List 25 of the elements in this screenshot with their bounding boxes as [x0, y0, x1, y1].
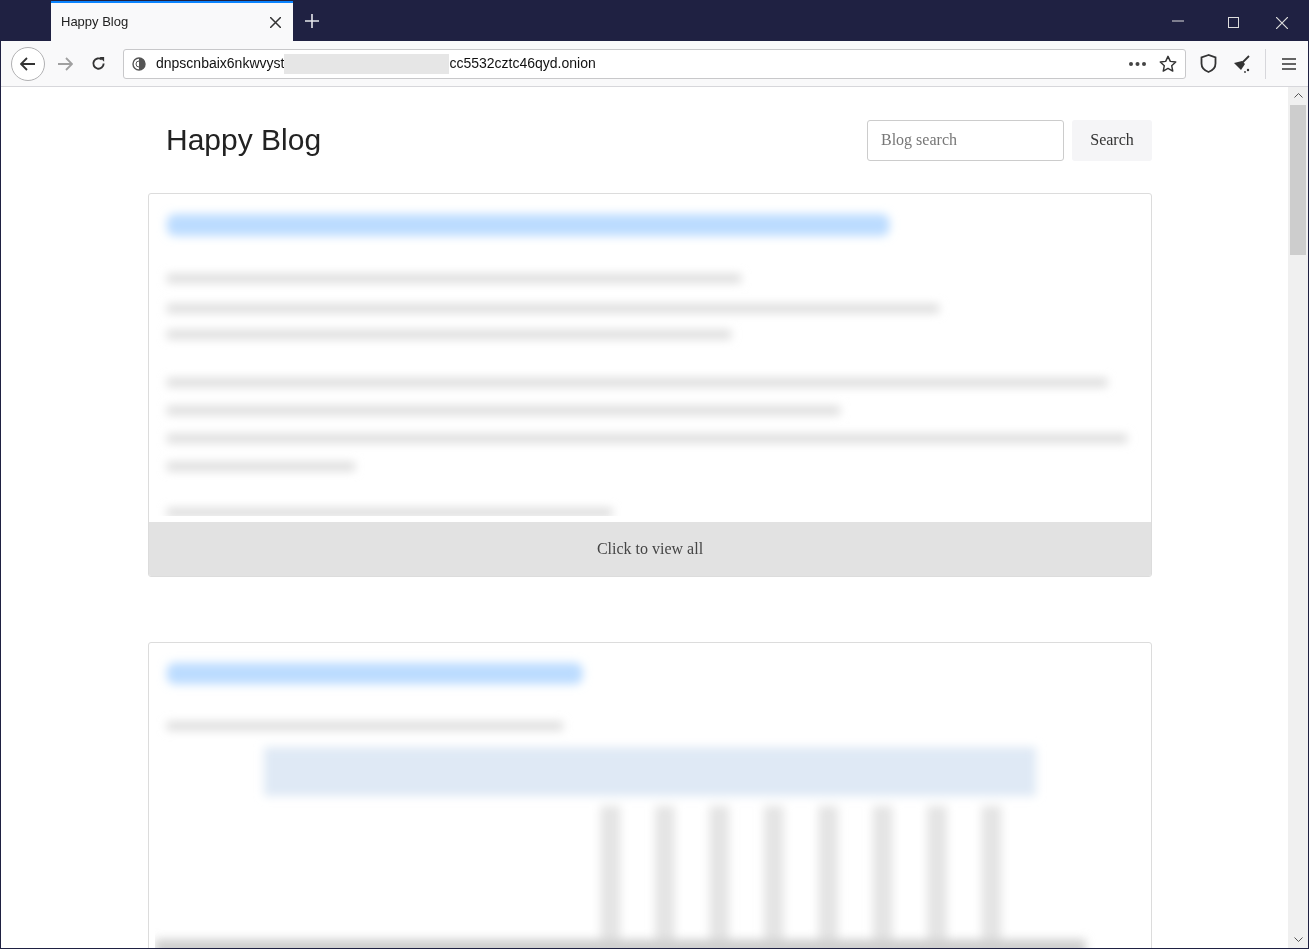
star-icon[interactable] — [1159, 54, 1177, 73]
search-field[interactable]: Blog search — [867, 119, 1064, 161]
reload-icon[interactable] — [91, 56, 106, 71]
scrollbar-thumb[interactable] — [1290, 105, 1306, 255]
scroll-down-icon[interactable] — [1293, 937, 1303, 942]
menu-icon[interactable] — [1282, 57, 1296, 70]
address-bar[interactable]: dnpscnbaix6nkwvyst cc5532cztc46qyd.onion — [123, 48, 1186, 79]
back-button[interactable] — [11, 46, 45, 81]
maximize-icon[interactable] — [1228, 17, 1239, 28]
more-icon[interactable] — [1129, 61, 1146, 66]
view-all-button[interactable]: Click to view all — [149, 522, 1151, 576]
close-icon[interactable] — [1276, 17, 1288, 29]
scroll-up-icon[interactable] — [1293, 93, 1303, 98]
back-arrow-icon — [20, 56, 36, 71]
site-info-icon[interactable] — [132, 56, 146, 71]
shield-icon[interactable] — [1200, 54, 1217, 73]
browser-tab[interactable]: Happy Blog — [51, 1, 293, 41]
close-tab-icon[interactable] — [270, 16, 281, 28]
search-button[interactable]: Search — [1072, 119, 1152, 161]
broom-icon[interactable] — [1233, 54, 1251, 73]
blog-title: Happy Blog — [166, 125, 322, 155]
scrollbar[interactable] — [1288, 87, 1308, 948]
url-text: cc5532cztc46qyd.onion — [449, 54, 596, 73]
new-tab-icon[interactable] — [305, 14, 319, 28]
url-text: dnpscnbaix6nkwvyst — [156, 54, 285, 73]
